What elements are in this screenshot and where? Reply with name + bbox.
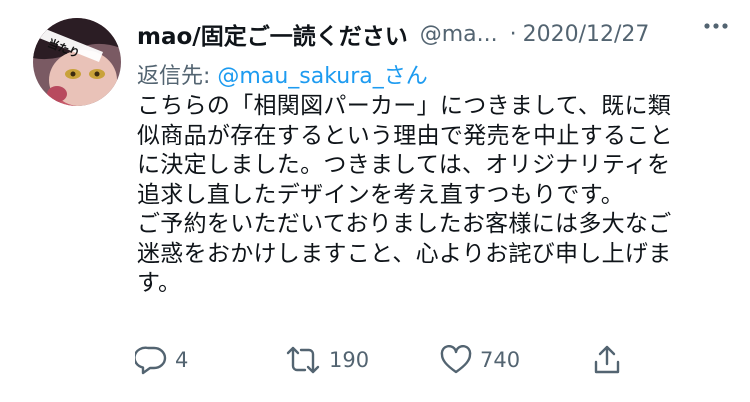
tweet-text-line: に決定しました。つきましては、オリジナリティを bbox=[137, 152, 671, 178]
share-button[interactable] bbox=[593, 340, 621, 380]
reply-button[interactable]: 4 bbox=[135, 340, 188, 380]
tweet-actions: 4 190 740 bbox=[135, 340, 735, 380]
tweet-text-line: 追求し直したデザインを考え直すつもりです。 bbox=[137, 181, 624, 208]
avatar-image: 当たり bbox=[33, 18, 121, 106]
avatar[interactable]: 当たり bbox=[33, 18, 121, 106]
reply-to-handle[interactable]: @mau_sakura_さん bbox=[217, 64, 427, 89]
tweet-date[interactable]: 2020/12/27 bbox=[523, 22, 650, 47]
tweet-text-line: す。 bbox=[137, 270, 182, 296]
share-icon bbox=[594, 345, 620, 374]
tweet-text-line: 迷惑をおかけしますこと、心よりお詫び申し上げま bbox=[137, 240, 672, 267]
retweet-button[interactable]: 190 bbox=[285, 340, 369, 380]
tweet-header: mao/固定ご一読ください @ma... · 2020/12/27 bbox=[137, 16, 737, 52]
retweet-icon bbox=[286, 346, 320, 374]
tweet-text: こちらの「相関図パーカー」につきまして、既に類 似商品が存在するという理由で発売… bbox=[137, 92, 727, 299]
retweet-count: 190 bbox=[329, 348, 370, 372]
user-handle[interactable]: @ma... bbox=[420, 22, 498, 47]
tweet-text-line: ご予約をいただいておりましたお客様には多大なご bbox=[137, 211, 672, 237]
separator-dot: · bbox=[509, 21, 517, 47]
reply-icon bbox=[135, 346, 167, 375]
tweet-text-line: こちらの「相関図パーカー」につきまして、既に類 bbox=[137, 93, 672, 119]
tweet: 当たり mao/固定ご一読ください @ma... · 2020/12/27 返信… bbox=[0, 0, 750, 402]
reply-count: 4 bbox=[175, 348, 189, 372]
reply-context: 返信先: @mau_sakura_さん bbox=[137, 58, 428, 90]
like-count: 740 bbox=[480, 348, 521, 372]
reply-to-label: 返信先: bbox=[137, 64, 211, 89]
display-name[interactable]: mao/固定ご一読ください bbox=[137, 17, 408, 51]
tweet-text-line: 似商品が存在するという理由で発売を中止すること bbox=[137, 122, 673, 149]
like-button[interactable]: 740 bbox=[440, 340, 520, 380]
like-icon bbox=[440, 345, 472, 374]
more-icon[interactable] bbox=[703, 20, 729, 32]
